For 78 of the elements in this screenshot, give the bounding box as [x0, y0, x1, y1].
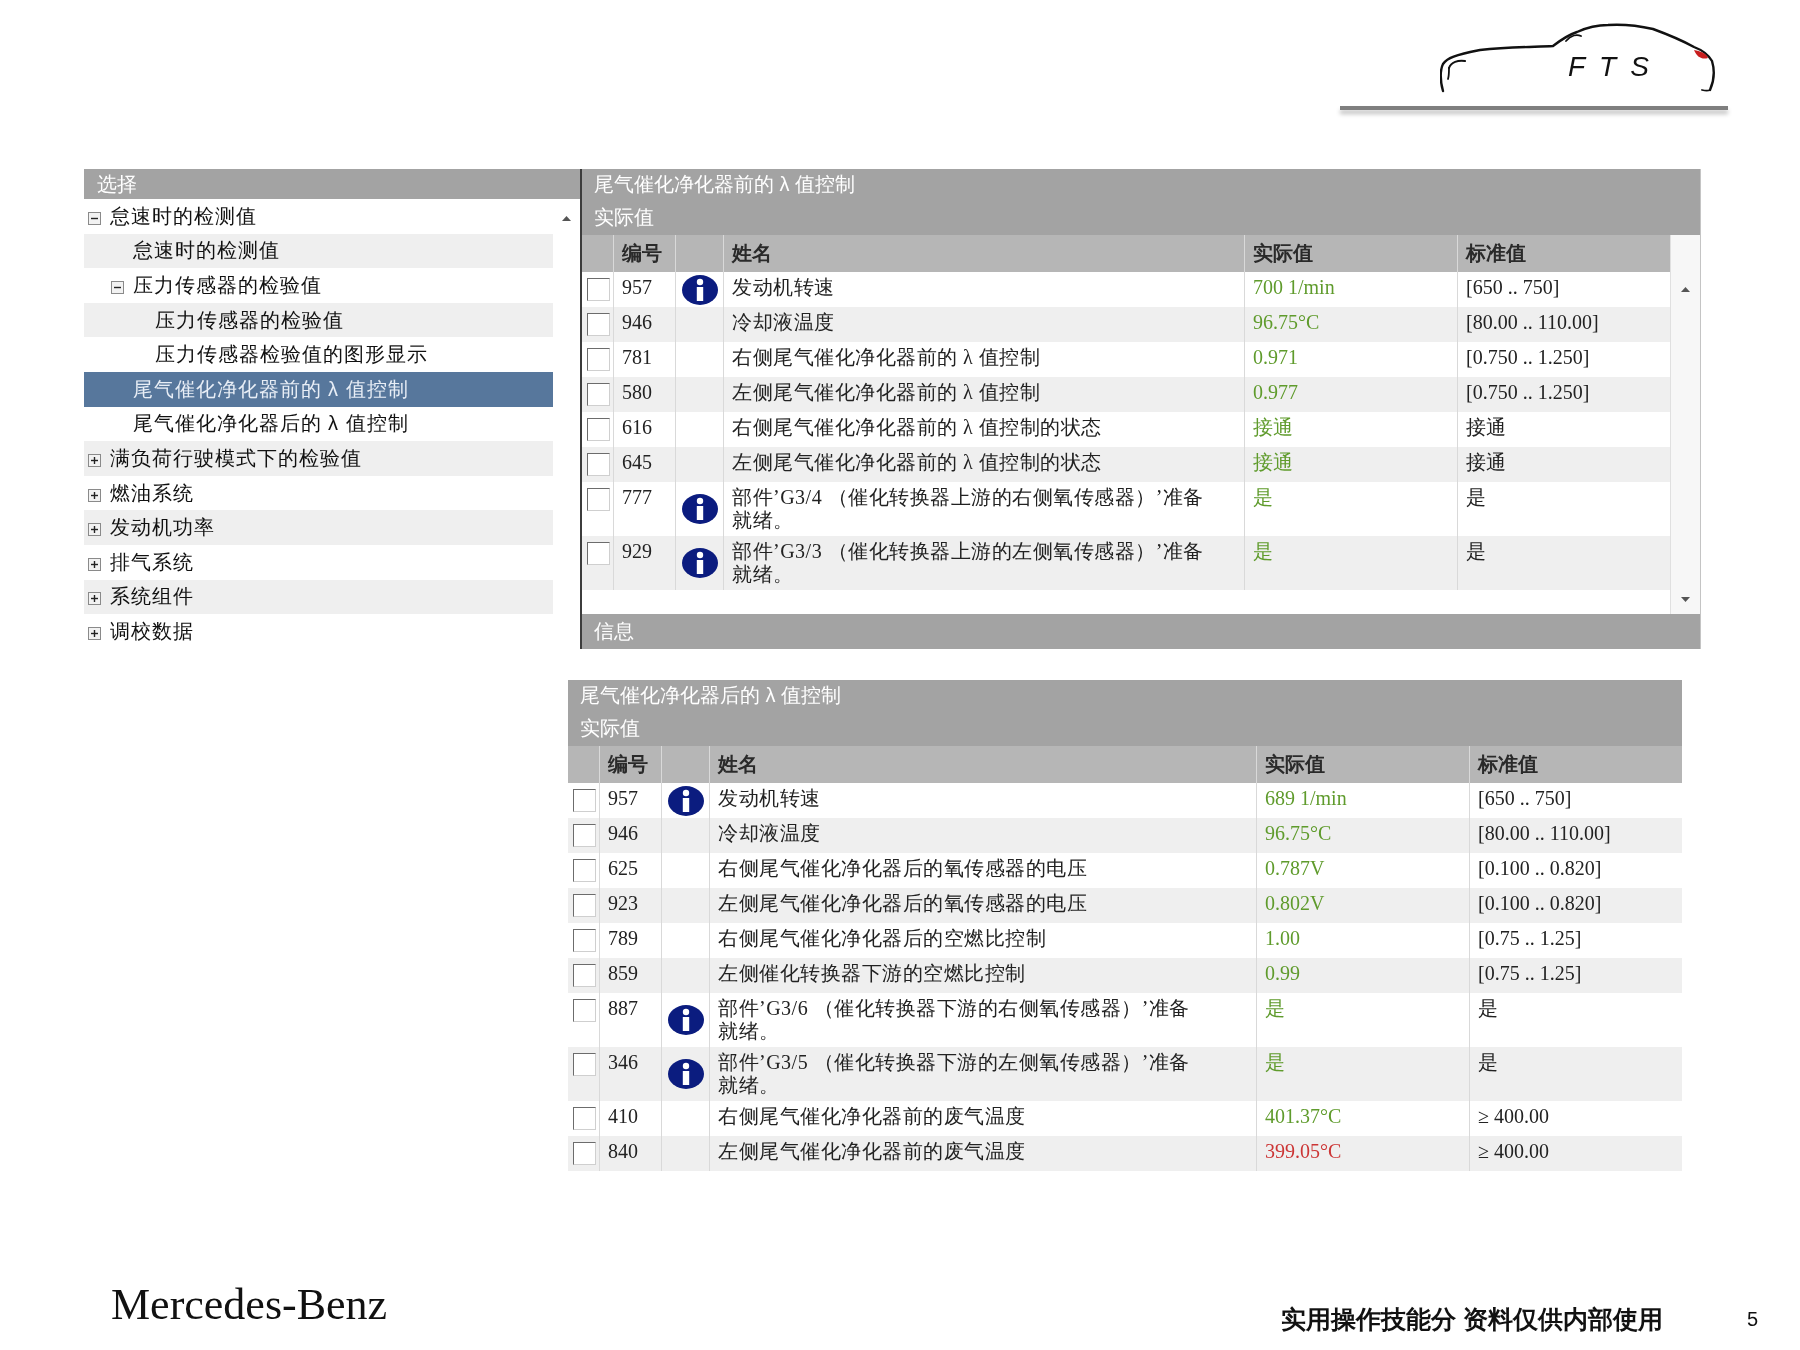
brand-name: Mercedes-Benz — [111, 1283, 388, 1327]
table-cell-text: 是 — [1465, 485, 1487, 510]
scroll-down-icon[interactable] — [1681, 597, 1690, 602]
scroll-up-icon[interactable] — [1681, 287, 1690, 292]
table-cell: 840 — [600, 1136, 662, 1171]
tree-item[interactable]: 系统组件 — [84, 579, 553, 615]
table-cell-text: ≥ 400.00 — [1477, 1139, 1550, 1164]
checkbox[interactable] — [573, 824, 596, 847]
checkbox[interactable] — [587, 278, 610, 301]
checkbox[interactable] — [587, 348, 610, 371]
checkbox[interactable] — [587, 542, 610, 565]
column-header: 标准值 — [1464, 241, 1527, 266]
checkbox[interactable] — [587, 383, 610, 406]
scroll-up-icon[interactable] — [562, 216, 571, 221]
plus-box-icon[interactable] — [88, 557, 101, 571]
plus-box-icon[interactable] — [88, 592, 101, 606]
table-cell-text: 接通 — [1465, 415, 1507, 440]
panel-title: 尾气催化净化器前的 λ 值控制 — [582, 169, 1700, 200]
info-bar: 信息 — [582, 614, 1700, 649]
table-cell-text: [0.100 .. 0.820] — [1477, 891, 1603, 916]
table-cell: 929 — [614, 536, 676, 590]
tree-item[interactable]: 尾气催化净化器前的 λ 值控制 — [84, 371, 553, 407]
checkbox[interactable] — [573, 859, 596, 882]
table-cell-text: 是 — [1465, 539, 1487, 564]
plus-box-icon[interactable] — [88, 488, 101, 502]
tree-item[interactable]: 怠速时的检测值 — [84, 233, 553, 269]
table-cell-text: [80.00 .. 110.00] — [1477, 821, 1612, 846]
section-label: 实际值 — [582, 200, 1700, 235]
plus-box-icon[interactable] — [88, 626, 101, 640]
minus-box-icon[interactable] — [110, 281, 124, 294]
info-icon[interactable] — [681, 274, 718, 305]
checkbox[interactable] — [573, 894, 596, 917]
checkbox[interactable] — [573, 964, 596, 987]
table-cell-text: [0.75 .. 1.25] — [1477, 926, 1583, 951]
panel-title: 选择 — [84, 169, 580, 199]
checkbox[interactable] — [587, 313, 610, 336]
info-icon[interactable] — [681, 494, 718, 524]
plus-box-icon[interactable] — [88, 523, 101, 537]
table-cell-text: [650 .. 750] — [1477, 786, 1573, 811]
table-cell-text: [0.75 .. 1.25] — [1477, 961, 1583, 986]
checkbox[interactable] — [573, 1142, 596, 1165]
page-number: 5 — [1746, 1307, 1758, 1332]
tree-item[interactable]: 压力传感器的检验值 — [84, 302, 553, 338]
table-cell-text: 是 — [1477, 996, 1499, 1021]
info-icon[interactable] — [667, 1005, 704, 1035]
checkbox[interactable] — [573, 1107, 596, 1130]
checkbox[interactable] — [587, 418, 610, 441]
plus-box-icon[interactable] — [88, 453, 101, 467]
minus-box-icon[interactable] — [88, 211, 101, 225]
table-cell-text: 是 — [1477, 1050, 1499, 1075]
tree-item[interactable]: 满负荷行驶模式下的检验值 — [84, 441, 553, 476]
checkbox[interactable] — [587, 453, 610, 476]
footer-note: 实用操作技能分 资料仅供内部使用 — [1280, 1304, 1663, 1334]
table-cell: 399.05°C — [1257, 1136, 1470, 1171]
checkbox[interactable] — [573, 929, 596, 952]
info-icon[interactable] — [667, 785, 704, 816]
scrollbar-track[interactable] — [1670, 235, 1700, 614]
table-cell-text: 接通 — [1465, 450, 1507, 475]
table-cell: 部件’G3/3 （催化转换器上游的左侧氧传感器）’准备就绪。 — [724, 536, 1245, 590]
tree-item[interactable]: 发动机功率 — [84, 510, 553, 545]
panel-title: 尾气催化净化器后的 λ 值控制 — [568, 680, 1682, 711]
checkbox[interactable] — [573, 1053, 596, 1076]
table-cell-text: [650 .. 750] — [1465, 275, 1561, 300]
table-cell-text: [0.750 .. 1.250] — [1465, 380, 1591, 405]
table-cell-text: [0.100 .. 0.820] — [1477, 856, 1603, 881]
checkbox[interactable] — [573, 999, 596, 1022]
table-cell-text: ≥ 400.00 — [1477, 1104, 1550, 1129]
table-cell-text: [80.00 .. 110.00] — [1465, 310, 1600, 335]
info-icon[interactable] — [681, 548, 718, 578]
info-icon[interactable] — [667, 1059, 704, 1089]
checkbox[interactable] — [587, 488, 610, 511]
table-cell: 左侧尾气催化净化器前的废气温度 — [710, 1136, 1257, 1171]
logo-text: FTS — [1568, 52, 1663, 82]
column-header: 标准值 — [1476, 752, 1539, 777]
checkbox[interactable] — [573, 789, 596, 812]
section-label: 实际值 — [568, 711, 1682, 746]
table-cell-text: [0.750 .. 1.250] — [1465, 345, 1591, 370]
table-cell: 是 — [1245, 536, 1458, 590]
